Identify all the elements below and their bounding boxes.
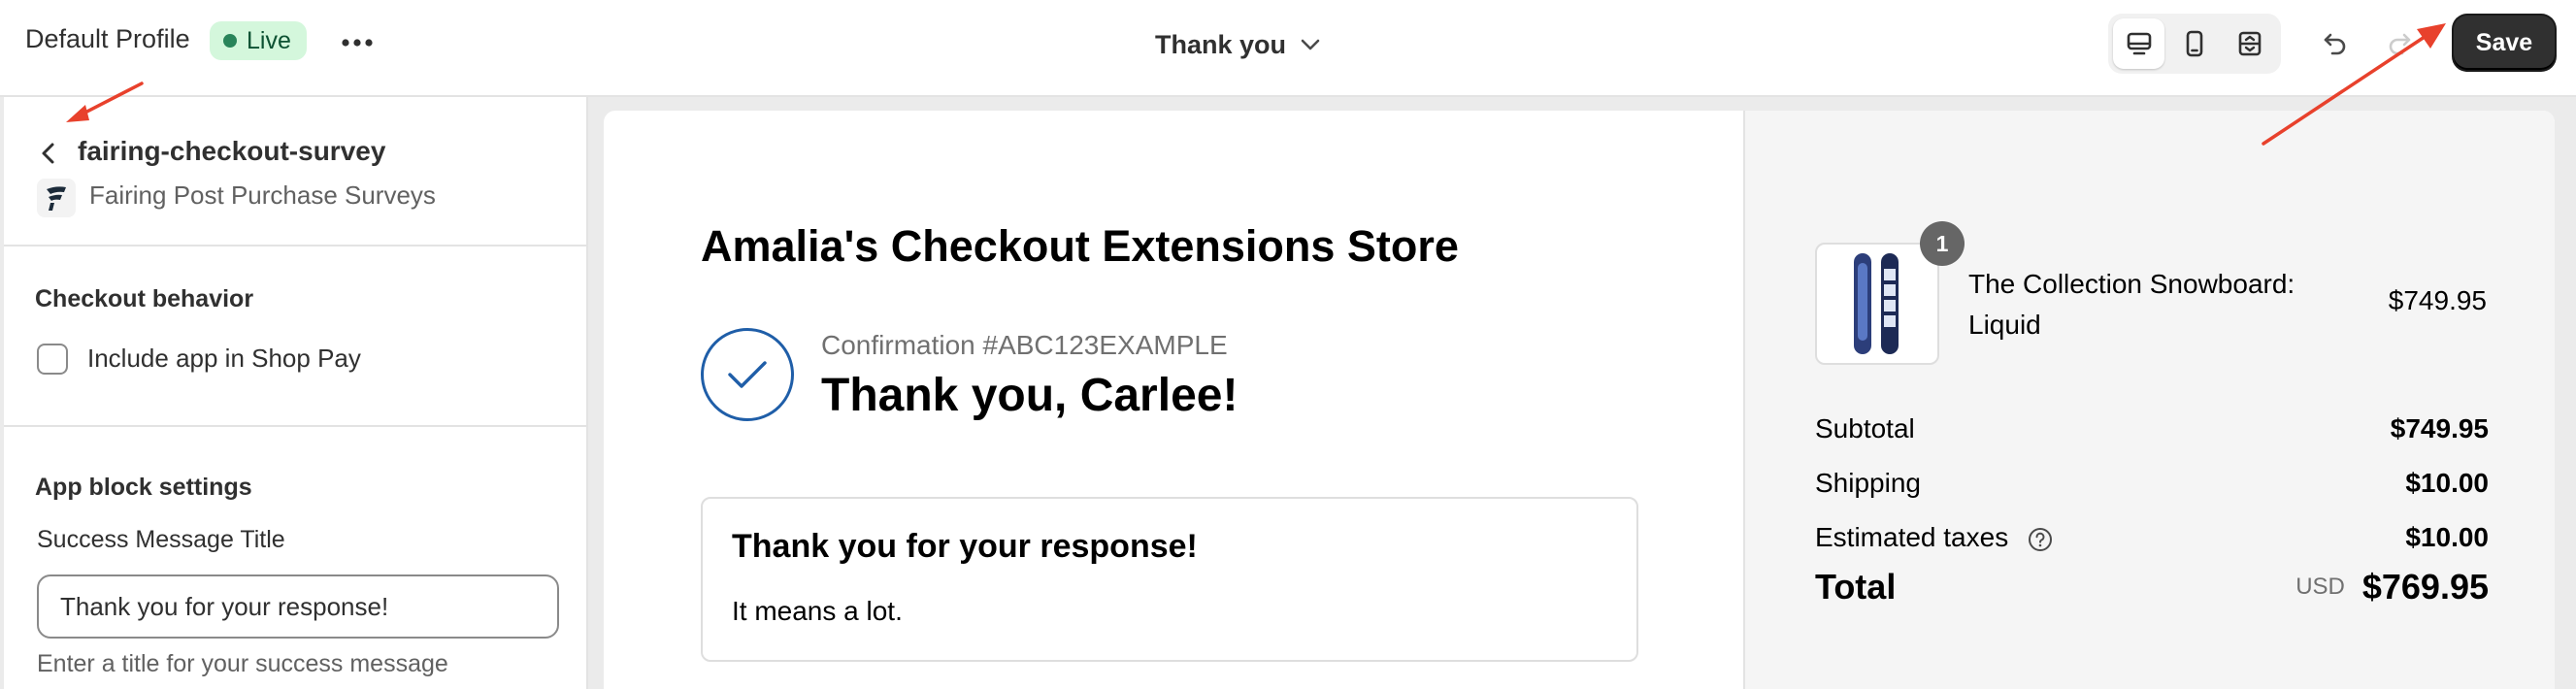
shipping-value: $10.00 [2405, 468, 2489, 498]
taxes-label: Estimated taxes [1815, 522, 2009, 552]
page-selector-label: Thank you [1155, 29, 1287, 59]
snowboard-image [1854, 253, 1899, 354]
product-price: $749.95 [2388, 285, 2487, 315]
taxes-row: Estimated taxes $10.00 [1815, 522, 2489, 553]
quantity-badge: 1 [1920, 221, 1965, 266]
store-name: Amalia's Checkout Extensions Store [701, 221, 1459, 271]
app-title: fairing-checkout-survey [78, 136, 386, 166]
taxes-value: $10.00 [2405, 522, 2489, 552]
redo-button[interactable] [2380, 23, 2419, 62]
success-title-label: Success Message Title [37, 526, 285, 553]
desktop-icon [2127, 32, 2151, 55]
order-summary: 1 The Collection Snowboard: Liquid $749.… [1743, 111, 2555, 689]
settings-sidebar: fairing-checkout-survey Fairing Post Pur… [0, 97, 588, 689]
chevron-down-icon [1301, 39, 1320, 50]
fairing-logo-icon [37, 179, 76, 217]
fullscreen-view-button[interactable] [2225, 18, 2276, 69]
mobile-view-button[interactable] [2168, 18, 2220, 69]
product-thumbnail [1815, 243, 1939, 365]
status-badge: Live [210, 21, 307, 60]
subtotal-row: Subtotal $749.95 [1815, 413, 2489, 444]
mobile-icon [2186, 30, 2203, 57]
undo-button[interactable] [2316, 23, 2355, 62]
view-mode-toggle [2108, 14, 2281, 74]
success-title-input[interactable] [37, 574, 559, 639]
shop-pay-checkbox-label[interactable]: Include app in Shop Pay [87, 344, 361, 374]
response-card-title: Thank you for your response! [732, 528, 1198, 565]
chevron-left-icon [42, 143, 54, 164]
checkout-behavior-heading: Checkout behavior [35, 285, 254, 312]
survey-response-card[interactable]: Thank you for your response! It means a … [701, 497, 1638, 662]
undo-icon [2324, 33, 2346, 55]
divider [4, 245, 588, 246]
app-subtitle: Fairing Post Purchase Surveys [89, 180, 436, 210]
checkout-preview: Amalia's Checkout Extensions Store Confi… [604, 111, 2555, 689]
subtotal-label: Subtotal [1815, 413, 1915, 443]
back-button[interactable] [33, 138, 64, 169]
shop-pay-checkbox[interactable] [37, 344, 68, 375]
top-bar: Default Profile Live Thank you Save [0, 0, 2576, 97]
taxes-label-group: Estimated taxes [1815, 522, 2053, 553]
question-circle-icon[interactable] [2028, 527, 2053, 552]
fullscreen-icon [2239, 31, 2262, 56]
shipping-label: Shipping [1815, 468, 1921, 498]
total-amount-group: USD $769.95 [2295, 567, 2489, 607]
total-label: Total [1815, 567, 1897, 607]
live-dot-icon [223, 34, 237, 48]
page-selector[interactable]: Thank you [1155, 23, 1321, 66]
check-circle-icon [701, 328, 794, 421]
desktop-view-button[interactable] [2113, 18, 2165, 69]
response-card-body: It means a lot. [732, 596, 903, 626]
save-button[interactable]: Save [2454, 16, 2555, 70]
shipping-row: Shipping $10.00 [1815, 468, 2489, 499]
thank-you-title: Thank you, Carlee! [821, 370, 1238, 421]
subtotal-value: $749.95 [2390, 413, 2489, 443]
divider [4, 425, 588, 427]
ellipsis-icon [342, 39, 373, 47]
profile-name[interactable]: Default Profile [25, 24, 190, 54]
confirmation-number: Confirmation #ABC123EXAMPLE [821, 330, 1228, 360]
total-row: Total USD $769.95 [1815, 567, 2489, 607]
app-block-settings-heading: App block settings [35, 474, 252, 501]
product-name: The Collection Snowboard: Liquid [1968, 269, 2295, 340]
currency-code: USD [2295, 574, 2345, 600]
status-badge-label: Live [247, 26, 291, 54]
total-value: $769.95 [2361, 567, 2489, 607]
redo-icon [2389, 33, 2411, 55]
success-title-help: Enter a title for your success message [37, 650, 448, 677]
more-actions-button[interactable] [336, 21, 379, 64]
